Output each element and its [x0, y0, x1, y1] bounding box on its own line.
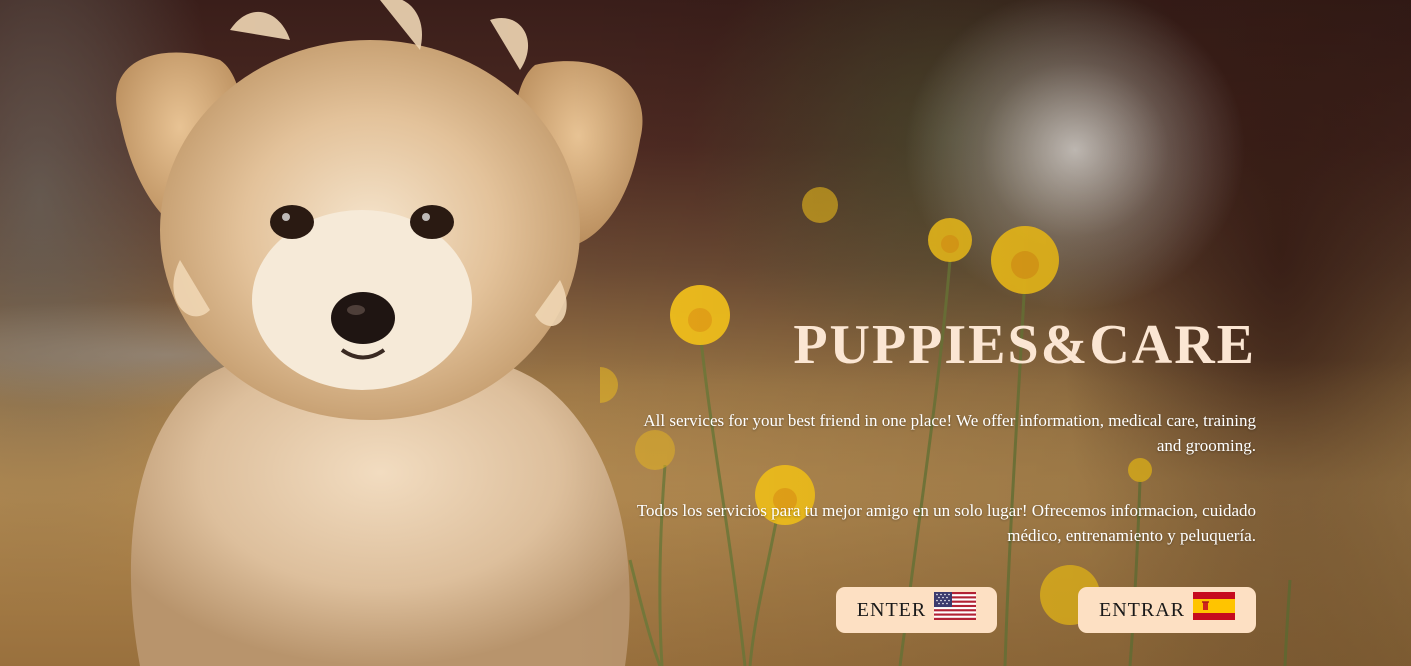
hero-section: PUPPIES&CARE All services for your best …	[0, 0, 1411, 666]
description-spanish: Todos los servicios para tu mejor amigo …	[636, 501, 1256, 545]
spain-flag-icon	[1193, 592, 1235, 620]
entrar-button-label: ENTRAR	[1099, 598, 1185, 621]
us-flag-icon	[934, 592, 977, 620]
enter-button-label: ENTER	[856, 598, 927, 621]
hero-content: PUPPIES&CARE All services for your best …	[620, 310, 1256, 548]
entrar-button[interactable]: ENTRAR	[1078, 587, 1256, 633]
description-english: All services for your best friend in one…	[643, 411, 1256, 455]
enter-button[interactable]: ENTER	[836, 587, 997, 633]
site-title: PUPPIES&CARE	[793, 314, 1256, 376]
